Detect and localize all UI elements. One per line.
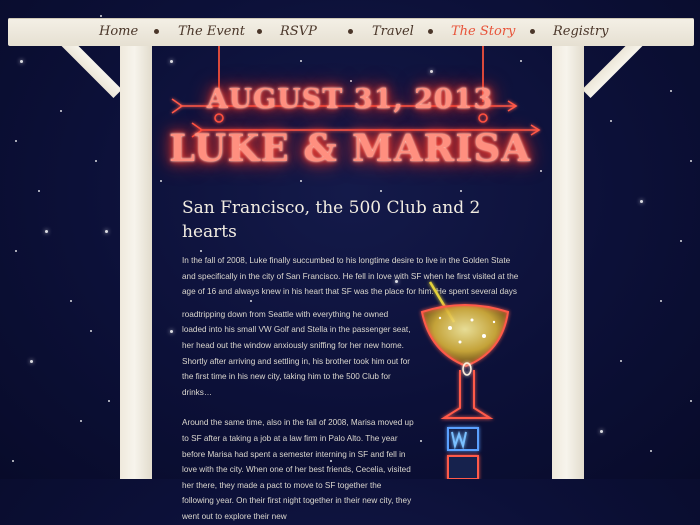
star — [170, 330, 173, 333]
star — [15, 140, 17, 142]
story-heading: San Francisco, the 500 Club and 2 hearts — [182, 198, 481, 242]
star — [680, 240, 682, 242]
star — [660, 300, 662, 302]
star — [670, 90, 672, 92]
star — [30, 360, 33, 363]
star — [90, 330, 92, 332]
star — [160, 180, 162, 182]
star — [690, 400, 692, 402]
nav-rsvp[interactable]: RSVP — [280, 22, 317, 42]
nav-the-event[interactable]: The Event — [178, 22, 245, 42]
star — [650, 450, 652, 452]
star — [100, 15, 102, 17]
story-paragraph: roadtripping down from Seattle with ever… — [182, 309, 411, 397]
star — [300, 180, 302, 182]
nav-separator — [348, 29, 353, 34]
star — [20, 60, 23, 63]
star — [460, 190, 462, 192]
star — [45, 230, 48, 233]
star — [430, 70, 433, 73]
star — [610, 120, 612, 122]
nav-registry[interactable]: Registry — [553, 22, 608, 42]
star — [38, 190, 40, 192]
main-nav: Home The Event RSVP Travel The Story Reg… — [8, 18, 694, 46]
star — [60, 110, 62, 112]
star — [15, 250, 17, 252]
star — [640, 200, 643, 203]
nav-separator — [530, 29, 535, 34]
star — [108, 400, 110, 402]
story-paragraph: Around the same time, also in the fall o… — [182, 418, 414, 521]
star — [95, 160, 97, 162]
right-post — [552, 46, 584, 479]
star — [300, 60, 302, 62]
nav-the-story[interactable]: The Story — [451, 22, 515, 42]
nav-home[interactable]: Home — [99, 22, 138, 42]
couple-names: LUKE & MARISA — [169, 126, 531, 170]
star — [620, 360, 622, 362]
star — [80, 420, 82, 422]
nav-separator — [154, 29, 159, 34]
star — [690, 160, 692, 162]
star — [600, 430, 603, 433]
left-post — [120, 46, 152, 479]
nav-separator — [428, 29, 433, 34]
star — [520, 60, 522, 62]
nav-separator — [257, 29, 262, 34]
star — [12, 460, 14, 462]
star — [170, 60, 173, 63]
star — [350, 80, 352, 82]
nav-travel[interactable]: Travel — [372, 22, 414, 42]
neon-martini-illustration — [420, 281, 510, 479]
star — [380, 190, 382, 192]
star — [540, 170, 542, 172]
star — [70, 300, 72, 302]
star — [105, 230, 108, 233]
wedding-date: AUGUST 31, 2013 — [206, 84, 494, 115]
